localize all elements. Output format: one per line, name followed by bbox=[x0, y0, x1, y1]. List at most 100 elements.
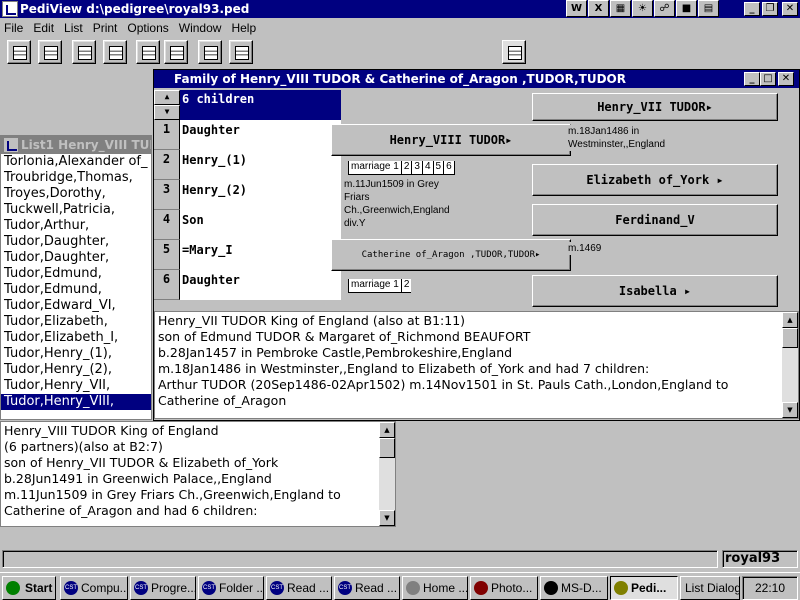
list-item[interactable]: Tudor,Edward_VI, bbox=[4, 298, 151, 314]
list-item[interactable]: Tudor,Arthur, bbox=[4, 218, 151, 234]
scroll-down-icon[interactable]: ▼ bbox=[782, 402, 798, 418]
taskbar-button-list-dialog[interactable]: List Dialog bbox=[680, 576, 740, 600]
menu-edit[interactable]: Edit bbox=[33, 21, 54, 35]
restore-button[interactable]: ❐ bbox=[762, 2, 778, 16]
start-button[interactable]: Start bbox=[2, 576, 56, 600]
child-number: 4 bbox=[154, 210, 180, 240]
lower-scrollbar[interactable]: ▲ ▼ bbox=[379, 422, 395, 526]
taskbar-button-progress[interactable]: CST Progre... bbox=[130, 576, 196, 600]
child-row[interactable]: 3 Henry_(2) bbox=[154, 180, 341, 210]
family-maximize-button[interactable]: □ bbox=[760, 72, 776, 86]
list-item[interactable]: Tudor,Henry_(1), bbox=[4, 346, 151, 362]
pediview-app-icon[interactable] bbox=[2, 1, 18, 17]
marriage-line: m.18Jan1486 in bbox=[568, 126, 640, 137]
taskbar-button-photo[interactable]: Photo... bbox=[470, 576, 538, 600]
husband-button[interactable]: Henry_VIII TUDOR▸ bbox=[331, 124, 571, 156]
taskbar-button-pediview[interactable]: Pedi... bbox=[610, 576, 678, 600]
grid-view-icon[interactable] bbox=[136, 40, 160, 64]
pediview-icon bbox=[614, 581, 628, 595]
fathers-father-button[interactable]: Henry_VII TUDOR▸ bbox=[532, 93, 778, 121]
menu-list[interactable]: List bbox=[64, 21, 83, 35]
app-icon: CST bbox=[270, 581, 284, 595]
taskbar-button-home[interactable]: Home ... bbox=[402, 576, 468, 600]
menu-file[interactable]: File bbox=[4, 21, 23, 35]
taskbar-button-read-1[interactable]: CST Read ... bbox=[266, 576, 332, 600]
list-item[interactable]: Tudor,Edmund, bbox=[4, 266, 151, 282]
list-item-selected[interactable]: Tudor,Henry_VIII, bbox=[1, 394, 151, 410]
child-row[interactable]: 4 Son bbox=[154, 210, 341, 240]
schedule-icon[interactable]: ☀ bbox=[632, 0, 653, 17]
list-item[interactable]: Tudor,Elizabeth, bbox=[4, 314, 151, 330]
text-view-icon[interactable] bbox=[72, 40, 96, 64]
husband-marriage-tabs: marriage 1 2 3 4 5 6 bbox=[348, 161, 524, 175]
menu-options[interactable]: Options bbox=[127, 21, 168, 35]
system-clock[interactable]: 22:10 bbox=[742, 576, 798, 600]
taskbar-button-folder[interactable]: CST Folder ... bbox=[198, 576, 264, 600]
fathers-mother-button[interactable]: Elizabeth of_York ▸ bbox=[532, 164, 778, 196]
child-row[interactable]: 6 Daughter bbox=[154, 270, 341, 300]
list-item[interactable]: Torlonia,Alexander of_ bbox=[4, 154, 151, 170]
list-item[interactable]: Troubridge,Thomas, bbox=[4, 170, 151, 186]
pedigree-icon[interactable] bbox=[502, 40, 526, 64]
child-row[interactable]: 2 Henry_(1) bbox=[154, 150, 341, 180]
office-icon[interactable]: ■ bbox=[676, 0, 697, 17]
app-title: PediView d:\pedigree\royal93.ped bbox=[20, 2, 250, 16]
scroll-up-icon[interactable]: ▲ bbox=[154, 90, 180, 105]
list-item[interactable]: Troyes,Dorothy, bbox=[4, 186, 151, 202]
list-item[interactable]: Tudor,Daughter, bbox=[4, 250, 151, 266]
scroll-thumb[interactable] bbox=[379, 438, 395, 458]
taskbar-button-computer[interactable]: CST Compu... bbox=[60, 576, 128, 600]
family-close-button[interactable]: ✕ bbox=[778, 72, 794, 86]
upper-scrollbar[interactable]: ▲ ▼ bbox=[782, 312, 798, 418]
taskbar-label: Photo... bbox=[491, 581, 533, 595]
chart-view-icon[interactable] bbox=[198, 40, 222, 64]
list-item[interactable]: Tudor,Daughter, bbox=[4, 234, 151, 250]
tray-icons: W X ▦ ☀ ☍ ■ ▤ bbox=[566, 0, 719, 18]
access-icon[interactable]: ☍ bbox=[654, 0, 675, 17]
family-window-title-bar[interactable]: Family of Henry_VIII TUDOR & Catherine o… bbox=[154, 70, 799, 88]
word-icon[interactable]: W bbox=[566, 0, 587, 17]
mothers-father-button[interactable]: Ferdinand_V bbox=[532, 204, 778, 236]
child-row[interactable]: 5 =Mary_I bbox=[154, 240, 341, 270]
list-item[interactable]: Tudor,Henry_VII, bbox=[4, 378, 151, 394]
family-tree-icon[interactable] bbox=[103, 40, 127, 64]
list-view-icon[interactable] bbox=[38, 40, 62, 64]
list-item[interactable]: Tuckwell,Patricia, bbox=[4, 202, 151, 218]
tab-marriage-1[interactable]: marriage 1 bbox=[348, 279, 402, 293]
scroll-down-icon[interactable]: ▼ bbox=[379, 510, 395, 526]
list-window-icon[interactable] bbox=[3, 137, 19, 153]
taskbar-button-msdos[interactable]: MS-D... bbox=[540, 576, 608, 600]
tab-marriage-6[interactable]: 6 bbox=[443, 161, 455, 175]
children-count-header[interactable]: ▲ ▼ 6 children bbox=[154, 90, 341, 120]
person-details-pane[interactable]: Henry_VIII TUDOR King of England (6 part… bbox=[0, 421, 396, 527]
status-bar: royal93 bbox=[0, 548, 800, 570]
scroll-up-icon[interactable]: ▲ bbox=[379, 422, 395, 438]
binder-icon[interactable]: ▦ bbox=[610, 0, 631, 17]
grandfather-details-pane[interactable]: Henry_VII TUDOR King of England (also at… bbox=[154, 311, 799, 419]
folder-icon[interactable]: ▤ bbox=[698, 0, 719, 17]
report-icon[interactable] bbox=[229, 40, 253, 64]
scroll-thumb[interactable] bbox=[782, 328, 798, 348]
minimize-button[interactable]: _ bbox=[744, 2, 760, 16]
menu-help[interactable]: Help bbox=[231, 21, 256, 35]
menu-window[interactable]: Window bbox=[179, 21, 222, 35]
taskbar-button-read-2[interactable]: CST Read ... bbox=[334, 576, 400, 600]
excel-icon[interactable]: X bbox=[588, 0, 609, 17]
wife-button[interactable]: Catherine of_Aragon ,TUDOR,TUDOR▸ bbox=[331, 239, 571, 271]
child-row[interactable]: 1 Daughter bbox=[154, 120, 341, 150]
list-item[interactable]: Tudor,Edmund, bbox=[4, 282, 151, 298]
scroll-down-icon[interactable]: ▼ bbox=[154, 105, 180, 120]
list-item[interactable]: Tudor,Elizabeth_I, bbox=[4, 330, 151, 346]
scroll-up-icon[interactable]: ▲ bbox=[782, 312, 798, 328]
print-icon[interactable] bbox=[164, 40, 188, 64]
tab-marriage-1[interactable]: marriage 1 bbox=[348, 161, 402, 175]
list-item[interactable]: Tudor,Henry_(2), bbox=[4, 362, 151, 378]
mothers-mother-button[interactable]: Isabella ▸ bbox=[532, 275, 778, 307]
menu-print[interactable]: Print bbox=[93, 21, 118, 35]
close-button[interactable]: ✕ bbox=[782, 2, 798, 16]
list-window-title-bar[interactable]: List1 Henry_VIII TUDOR bbox=[1, 136, 151, 154]
family-window-icon[interactable] bbox=[156, 71, 172, 87]
family-minimize-button[interactable]: _ bbox=[744, 72, 760, 86]
main-title-bar[interactable]: PediView d:\pedigree\royal93.ped W X ▦ ☀… bbox=[0, 0, 800, 18]
open-file-icon[interactable] bbox=[7, 40, 31, 64]
